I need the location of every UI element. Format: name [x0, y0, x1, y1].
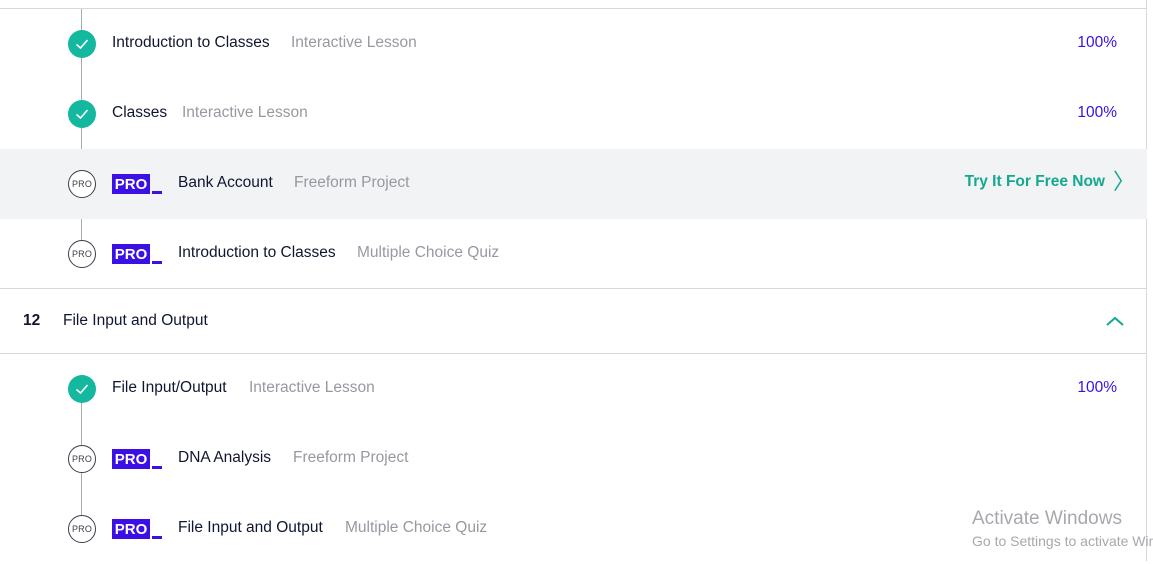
lesson-type: Interactive Lesson: [182, 104, 308, 121]
try-free-link[interactable]: Try It For Free Now 〉: [965, 171, 1135, 193]
check-icon: [68, 375, 96, 403]
lesson-type: Multiple Choice Quiz: [345, 519, 488, 536]
pro-badge-underline: [152, 191, 162, 194]
try-free-label[interactable]: Try It For Free Now: [965, 173, 1105, 191]
pro-badge: PRO: [112, 519, 150, 539]
lesson-row[interactable]: PRO PRO DNA Analysis Freeform Project: [0, 424, 1147, 494]
lesson-progress: 100%: [1077, 104, 1117, 121]
pro-badge: PRO: [112, 244, 150, 264]
lesson-type: Interactive Lesson: [249, 379, 375, 396]
lesson-type: Freeform Project: [293, 449, 409, 466]
pro-badge: PRO: [112, 449, 150, 469]
activation-watermark-subtitle: Go to Settings to activate Windows.: [972, 533, 1153, 549]
lesson-row[interactable]: File Input/Output Interactive Lesson 100…: [0, 354, 1147, 424]
lesson-title[interactable]: Classes: [112, 104, 167, 122]
lesson-type: Multiple Choice Quiz: [357, 244, 500, 261]
section-title[interactable]: File Input and Output: [63, 312, 208, 330]
lesson-title[interactable]: Introduction to Classes: [112, 34, 270, 52]
pro-badge-underline: [152, 466, 162, 469]
lesson-title[interactable]: File Input and Output: [178, 519, 323, 537]
lesson-row[interactable]: PRO PRO Introduction to Classes Multiple…: [0, 219, 1147, 289]
lesson-type: Interactive Lesson: [291, 34, 417, 51]
lesson-title[interactable]: DNA Analysis: [178, 449, 271, 467]
section-number: 12: [23, 312, 41, 329]
lesson-type: Freeform Project: [294, 174, 410, 191]
chevron-right-icon: 〉: [1112, 169, 1135, 194]
lesson-title[interactable]: Introduction to Classes: [178, 244, 336, 262]
pro-badge: PRO: [112, 174, 150, 194]
pro-lock-icon: PRO: [68, 445, 96, 473]
check-icon: [68, 100, 96, 128]
lesson-title[interactable]: Bank Account: [178, 174, 273, 192]
check-icon: [68, 30, 96, 58]
lesson-row[interactable]: Classes Interactive Lesson 100%: [0, 79, 1147, 149]
activation-watermark-title: Activate Windows: [972, 508, 1122, 529]
pro-badge-underline: [152, 261, 162, 264]
lesson-title[interactable]: File Input/Output: [112, 379, 227, 397]
lesson-progress: 100%: [1077, 379, 1117, 396]
lesson-row-highlighted[interactable]: PRO PRO Bank Account Freeform Project Tr…: [0, 149, 1147, 219]
lesson-row[interactable]: Introduction to Classes Interactive Less…: [0, 9, 1147, 79]
section-header[interactable]: 12 File Input and Output: [0, 289, 1147, 353]
chevron-up-icon[interactable]: [1104, 314, 1126, 328]
pro-badge-underline: [152, 536, 162, 539]
pro-lock-icon: PRO: [68, 240, 96, 268]
pro-lock-icon: PRO: [68, 170, 96, 198]
pro-lock-icon: PRO: [68, 515, 96, 543]
lesson-progress: 100%: [1077, 34, 1117, 51]
